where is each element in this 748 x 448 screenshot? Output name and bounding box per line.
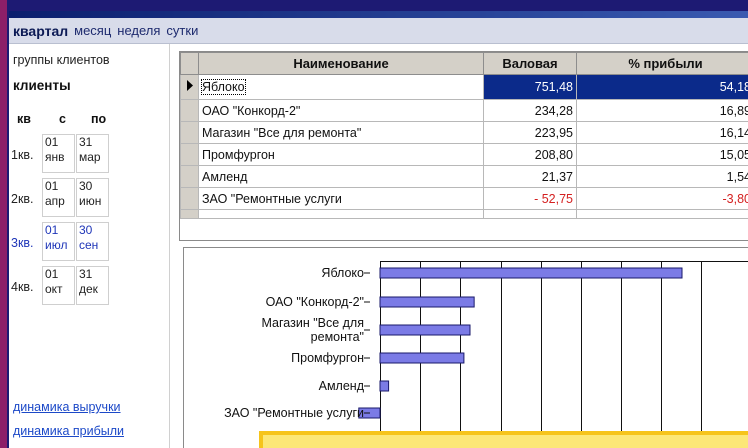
quarter-label: 1кв. bbox=[11, 148, 34, 162]
quarter-to-date[interactable]: 30 сен bbox=[76, 222, 109, 261]
cell-gross[interactable]: 234,28 bbox=[483, 99, 577, 122]
cell-profit[interactable]: 16,14 bbox=[576, 121, 748, 144]
client-groups-label[interactable]: группы клиентов bbox=[13, 53, 110, 67]
table-header-row: Наименование Валовая % прибыли bbox=[180, 52, 748, 75]
quarter-row-1[interactable]: 1кв. 01 янв 31 мар bbox=[9, 132, 169, 176]
tooltip-popup bbox=[259, 431, 748, 448]
table-row[interactable]: Амленд 21,37 1,54 bbox=[180, 165, 748, 188]
table-row[interactable]: ЗАО "Ремонтные услуги - 52,75 -3,80 bbox=[180, 187, 748, 210]
quarter-from-date[interactable]: 01 апр bbox=[42, 178, 75, 217]
cell-gross[interactable]: - 52,75 bbox=[483, 187, 577, 210]
quarter-row-3[interactable]: 3кв. 01 июл 30 сен bbox=[9, 220, 169, 264]
bar bbox=[379, 352, 465, 364]
period-tabs: квартал месяц неделя сутки bbox=[9, 18, 748, 44]
col-to-header: по bbox=[91, 112, 107, 126]
cell-profit[interactable]: 16,89 bbox=[576, 99, 748, 122]
table-row[interactable]: Промфургон 208,80 15,05 bbox=[180, 143, 748, 166]
bar bbox=[379, 296, 475, 308]
cell-name[interactable]: Яблоко bbox=[198, 74, 484, 100]
category-label: ремонта" bbox=[311, 330, 364, 344]
cell-name[interactable]: Амленд bbox=[198, 165, 484, 188]
bar bbox=[379, 267, 683, 279]
cell-gross[interactable]: 21,37 bbox=[483, 165, 577, 188]
quarter-row-4[interactable]: 4кв. 01 окт 31 дек bbox=[9, 264, 169, 308]
title-bar bbox=[9, 11, 748, 18]
category-label: Яблоко bbox=[321, 266, 364, 280]
tab-day[interactable]: сутки bbox=[166, 23, 198, 38]
col-quarter-header: кв bbox=[17, 112, 31, 126]
left-panel: группы клиентов клиенты кв с по 1кв. 01 я… bbox=[9, 44, 170, 448]
category-label: ОАО "Конкорд-2" bbox=[266, 295, 364, 309]
quarter-to-date[interactable]: 30 июн bbox=[76, 178, 109, 217]
app-window: квартал месяц неделя сутки группы клиент… bbox=[9, 11, 748, 448]
category-label: Промфургон bbox=[291, 351, 364, 365]
cell-gross[interactable]: 751,48 bbox=[483, 74, 577, 100]
revenue-dynamics-link[interactable]: динамика выручки bbox=[13, 400, 121, 414]
clients-header: клиенты bbox=[13, 78, 71, 93]
bar bbox=[379, 380, 390, 392]
tab-week[interactable]: неделя bbox=[117, 23, 160, 38]
col-profit-header[interactable]: % прибыли bbox=[576, 52, 748, 75]
cell-gross[interactable]: 223,95 bbox=[483, 121, 577, 144]
gross-profit-chart: Яблоко ОАО "Конкорд-2" Магазин "Все для рем… bbox=[183, 247, 748, 448]
quarter-from-date[interactable]: 01 июл bbox=[42, 222, 75, 261]
profit-dynamics-link[interactable]: динамика прибыли bbox=[13, 424, 124, 438]
cell-profit[interactable]: 15,05 bbox=[576, 143, 748, 166]
quarter-to-date[interactable]: 31 мар bbox=[76, 134, 109, 173]
category-label: ЗАО "Ремонтные услуги bbox=[224, 406, 364, 420]
cell-profit[interactable]: -3,80 bbox=[576, 187, 748, 210]
bar bbox=[379, 324, 471, 336]
cell-name[interactable]: Промфургон bbox=[198, 143, 484, 166]
clients-table: Наименование Валовая % прибыли Яблоко 75… bbox=[179, 51, 748, 241]
quarter-from-date[interactable]: 01 янв bbox=[42, 134, 75, 173]
cell-profit[interactable]: 1,54 bbox=[576, 165, 748, 188]
bar-chart-svg: Яблоко ОАО "Конкорд-2" Магазин "Все длярем… bbox=[224, 261, 748, 448]
quarter-to-date[interactable]: 31 дек bbox=[76, 266, 109, 305]
table-row[interactable]: ОАО "Конкорд-2" 234,28 16,89 bbox=[180, 99, 748, 122]
col-name-header[interactable]: Наименование bbox=[198, 52, 484, 75]
quarter-from-date[interactable]: 01 окт bbox=[42, 266, 75, 305]
table-row-empty[interactable] bbox=[180, 209, 748, 219]
cell-name[interactable]: Магазин "Все для ремонта" bbox=[198, 121, 484, 144]
cell-profit[interactable]: 54,18 bbox=[576, 74, 748, 100]
quarter-label: 2кв. bbox=[11, 192, 34, 206]
col-gross-header[interactable]: Валовая bbox=[483, 52, 577, 75]
quarter-label: 3кв. bbox=[11, 236, 34, 250]
tab-quarter[interactable]: квартал bbox=[13, 23, 68, 39]
category-label: Амленд bbox=[319, 379, 365, 393]
table-row[interactable]: Магазин "Все для ремонта" 223,95 16,14 bbox=[180, 121, 748, 144]
tab-month[interactable]: месяц bbox=[74, 23, 111, 38]
col-from-header: с bbox=[59, 112, 66, 126]
cell-name[interactable]: ОАО "Конкорд-2" bbox=[198, 99, 484, 122]
table-row[interactable]: Яблоко 751,48 54,18 bbox=[180, 74, 748, 100]
quarter-row-2[interactable]: 2кв. 01 апр 30 июн bbox=[9, 176, 169, 220]
category-label: Магазин "Все для bbox=[262, 316, 365, 330]
row-indicator-header bbox=[180, 52, 199, 75]
row-pointer-icon bbox=[180, 74, 199, 100]
quarter-label: 4кв. bbox=[11, 280, 34, 294]
cell-gross[interactable]: 208,80 bbox=[483, 143, 577, 166]
cell-name[interactable]: ЗАО "Ремонтные услуги bbox=[198, 187, 484, 210]
